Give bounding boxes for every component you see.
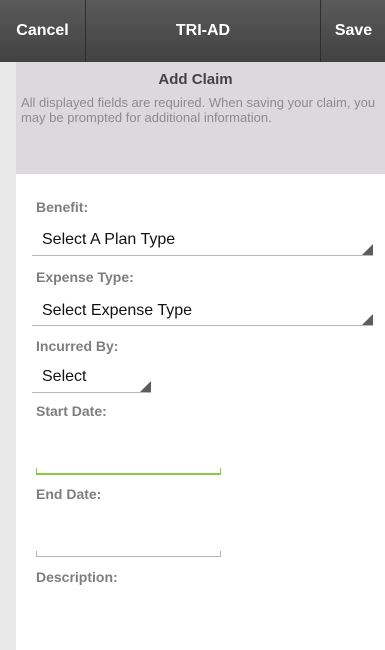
incurred-by-label: Incurred By: [36,338,119,354]
description-label: Description: [36,569,118,585]
end-date-field[interactable] [36,551,221,557]
page-description: All displayed fields are required. When … [21,95,376,125]
action-bar: Cancel TRI-AD Save [0,0,385,62]
page-header: Add Claim All displayed fields are requi… [6,62,385,174]
app-title: TRI-AD [175,22,231,39]
expense-type-value: Select Expense Type [42,302,193,319]
dropdown-arrow-icon [362,244,373,255]
page-title: Add Claim [158,71,233,88]
spinner-underline [32,325,373,326]
expense-type-label: Expense Type: [36,269,134,285]
incurred-by-value: Select [42,368,87,385]
dropdown-arrow-icon [362,314,373,325]
save-button[interactable]: Save [320,0,385,62]
spinner-underline [32,255,373,256]
end-date-label: End Date: [36,486,102,502]
start-date-field[interactable] [36,468,221,475]
cancel-button[interactable]: Cancel [0,0,86,62]
claim-form: Benefit: Select A Plan Type Expense Type… [16,174,385,650]
benefit-value: Select A Plan Type [42,231,176,248]
dropdown-arrow-icon [140,381,151,392]
benefit-label: Benefit: [36,199,89,215]
start-date-label: Start Date: [36,403,107,419]
left-margin [0,62,16,650]
spinner-underline [32,392,151,393]
